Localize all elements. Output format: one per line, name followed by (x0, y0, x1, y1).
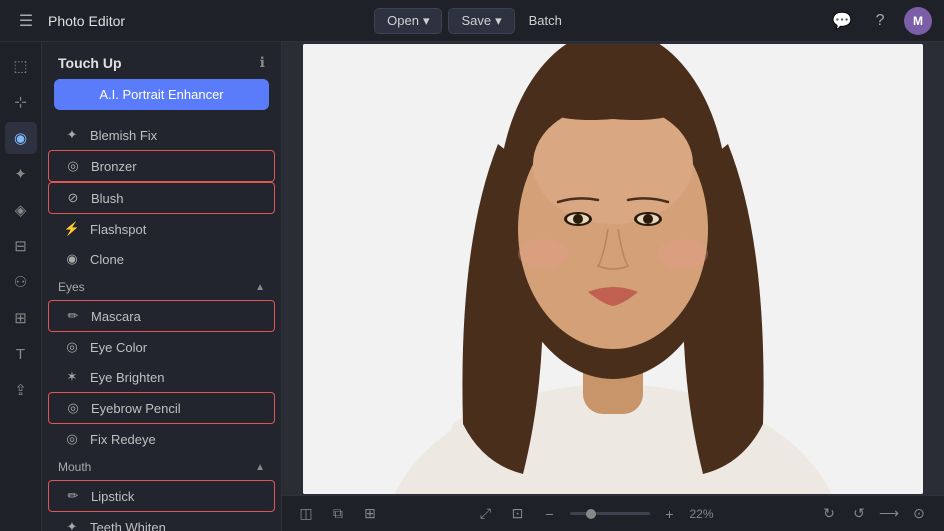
ai-portrait-btn[interactable]: A.I. Portrait Enhancer (54, 79, 269, 110)
redo-icon[interactable]: ↻ (816, 501, 842, 527)
menu-item-label: Flashspot (90, 222, 146, 237)
menu-item-label: Mascara (91, 309, 141, 324)
undo-icon[interactable]: ↺ (846, 501, 872, 527)
menu-item-blemish-fix[interactable]: ✦ Blemish Fix (48, 120, 275, 150)
panel-scroll: ✦ Blemish Fix ◎ Bronzer ⊘ Blush ⚡ Flashs… (42, 120, 281, 531)
grid-icon[interactable]: ⊞ (358, 502, 382, 526)
nav-crop[interactable]: ⬚ (5, 50, 37, 82)
fix-redeye-icon: ◎ (64, 431, 80, 447)
menu-item-eye-brighten[interactable]: ✶ Eye Brighten (48, 362, 275, 392)
nav-effects[interactable]: ◈ (5, 194, 37, 226)
nav-people[interactable]: ⚇ (5, 266, 37, 298)
menu-item-mascara[interactable]: ✏ Mascara (48, 300, 275, 332)
menu-item-blush[interactable]: ⊘ Blush (48, 182, 275, 214)
nav-text[interactable]: T (5, 338, 37, 370)
menu-item-label: Fix Redeye (90, 432, 156, 447)
chevron-down-icon: ▾ (495, 13, 502, 29)
nav-eye[interactable]: ◉ (5, 122, 37, 154)
duplicate-icon[interactable]: ⧉ (326, 502, 350, 526)
chevron-down-icon: ▾ (423, 13, 430, 29)
menu-item-label: Eye Color (90, 340, 147, 355)
eyes-section-header[interactable]: Eyes ▲ (42, 274, 281, 300)
chat-icon[interactable]: 💬 (828, 7, 856, 35)
open-button[interactable]: Open ▾ (374, 8, 442, 34)
eyebrow-pencil-icon: ◎ (65, 400, 81, 416)
eyes-chevron-icon: ▲ (255, 282, 265, 293)
batch-button[interactable]: Batch (521, 9, 570, 32)
nav-layers[interactable]: ⊟ (5, 230, 37, 262)
menu-item-flashspot[interactable]: ⚡ Flashspot (48, 214, 275, 244)
menu-item-eye-color[interactable]: ◎ Eye Color (48, 332, 275, 362)
menu-item-fix-redeye[interactable]: ◎ Fix Redeye (48, 424, 275, 454)
zoom-slider[interactable] (570, 512, 650, 515)
info-icon[interactable]: ℹ (260, 54, 265, 71)
eye-color-icon: ◎ (64, 339, 80, 355)
help-icon[interactable]: ? (866, 7, 894, 35)
flashspot-icon: ⚡ (64, 221, 80, 237)
clone-icon: ◉ (64, 251, 80, 267)
lipstick-icon: ✏ (65, 488, 81, 504)
menu-item-teeth-whiten[interactable]: ✦ Teeth Whiten (48, 512, 275, 531)
bronzer-icon: ◎ (65, 158, 81, 174)
history-icon[interactable]: ⊙ (906, 501, 932, 527)
menu-item-label: Bronzer (91, 159, 137, 174)
teeth-whiten-icon: ✦ (64, 519, 80, 531)
topbar-left: ☰ Photo Editor (12, 7, 319, 35)
menu-item-label: Blush (91, 191, 124, 206)
canvas-container (282, 42, 944, 495)
portrait-image (303, 44, 923, 494)
canvas-area: ◫ ⧉ ⊞ ⤢ ⊡ − + 22% ↻ ↺ ⟶ ⊙ (282, 42, 944, 531)
topbar-center: Open ▾ Save ▾ Batch (319, 8, 626, 34)
zoom-fit-icon[interactable]: ⊡ (506, 502, 530, 526)
zoom-in-btn[interactable]: + (658, 502, 682, 526)
menu-item-label: Lipstick (91, 489, 134, 504)
hamburger-menu[interactable]: ☰ (12, 7, 40, 35)
photo-frame (303, 44, 923, 494)
fit-icon[interactable]: ⤢ (474, 502, 498, 526)
nav-adjust[interactable]: ⊹ (5, 86, 37, 118)
eyes-section-title: Eyes (58, 280, 85, 294)
nav-export[interactable]: ⇪ (5, 374, 37, 406)
zoom-percentage: 22% (690, 507, 725, 521)
bottom-right-tools: ↻ ↺ ⟶ ⊙ (816, 501, 932, 527)
nav-texture[interactable]: ⊞ (5, 302, 37, 334)
menu-item-label: Clone (90, 252, 124, 267)
bottom-bar: ◫ ⧉ ⊞ ⤢ ⊡ − + 22% ↻ ↺ ⟶ ⊙ (282, 495, 944, 531)
bottom-left-tools: ◫ ⧉ ⊞ (294, 502, 382, 526)
blush-icon: ⊘ (65, 190, 81, 206)
menu-item-bronzer[interactable]: ◎ Bronzer (48, 150, 275, 182)
main-content: ⬚ ⊹ ◉ ✦ ◈ ⊟ ⚇ ⊞ T ⇪ Touch Up ℹ A.I. Port… (0, 42, 944, 531)
mouth-chevron-icon: ▲ (255, 462, 265, 473)
avatar[interactable]: M (904, 7, 932, 35)
menu-item-lipstick[interactable]: ✏ Lipstick (48, 480, 275, 512)
eye-brighten-icon: ✶ (64, 369, 80, 385)
forward-icon[interactable]: ⟶ (876, 501, 902, 527)
nav-brush[interactable]: ✦ (5, 158, 37, 190)
icon-nav: ⬚ ⊹ ◉ ✦ ◈ ⊟ ⚇ ⊞ T ⇪ (0, 42, 42, 531)
bottom-center-tools: ⤢ ⊡ − + 22% (474, 502, 725, 526)
panel-header: Touch Up ℹ (42, 42, 281, 79)
mouth-section-header[interactable]: Mouth ▲ (42, 454, 281, 480)
panel-title: Touch Up (58, 55, 122, 71)
save-button[interactable]: Save ▾ (448, 8, 514, 34)
menu-item-label: Eyebrow Pencil (91, 401, 181, 416)
menu-item-eyebrow-pencil[interactable]: ◎ Eyebrow Pencil (48, 392, 275, 424)
menu-item-clone[interactable]: ◉ Clone (48, 244, 275, 274)
mascara-icon: ✏ (65, 308, 81, 324)
menu-item-label: Teeth Whiten (90, 520, 166, 531)
menu-item-label: Eye Brighten (90, 370, 164, 385)
blemish-fix-icon: ✦ (64, 127, 80, 143)
topbar-right: 💬 ? M (625, 7, 932, 35)
zoom-thumb (586, 509, 596, 519)
topbar: ☰ Photo Editor Open ▾ Save ▾ Batch 💬 ? M (0, 0, 944, 42)
menu-item-label: Blemish Fix (90, 128, 157, 143)
app-title: Photo Editor (48, 13, 125, 29)
zoom-out-btn[interactable]: − (538, 502, 562, 526)
side-panel: Touch Up ℹ A.I. Portrait Enhancer ✦ Blem… (42, 42, 282, 531)
layers-icon[interactable]: ◫ (294, 502, 318, 526)
mouth-section-title: Mouth (58, 460, 91, 474)
